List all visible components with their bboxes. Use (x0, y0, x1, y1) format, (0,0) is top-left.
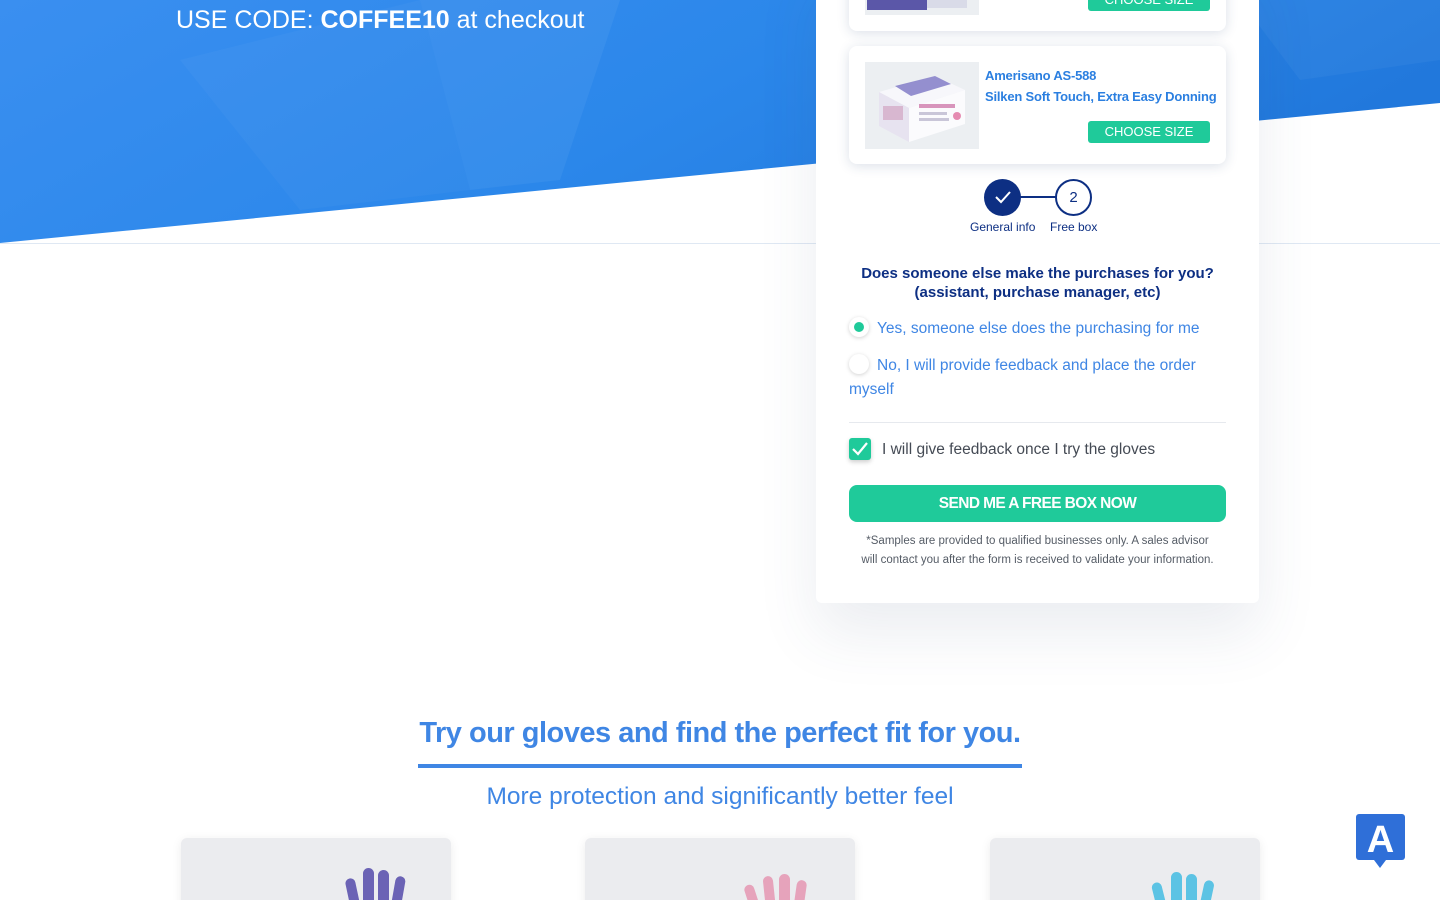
question-line-1: Does someone else make the purchases for… (861, 265, 1214, 282)
step-label-general-info: General info (970, 220, 1036, 234)
promo-suffix: at checkout (449, 6, 585, 34)
radio-button-selected[interactable] (849, 317, 869, 337)
disclaimer-line-1: *Samples are provided to qualified busin… (866, 535, 1209, 547)
feedback-checkbox-row[interactable]: I will give feedback once I try the glov… (849, 438, 1155, 462)
feedback-checkbox[interactable] (849, 438, 871, 460)
check-icon (852, 442, 868, 456)
promo-banner: USE CODE: COFFEE10 at checkout (176, 4, 585, 36)
form-divider (849, 422, 1226, 423)
step-free-box: 2 (1055, 179, 1092, 216)
headline-underline (418, 764, 1022, 768)
support-widget-letter: A (1367, 819, 1394, 861)
glove-box-image (865, 62, 979, 149)
feedback-checkbox-label: I will give feedback once I try the glov… (882, 441, 1156, 458)
blue-glove-image (1151, 872, 1214, 900)
section-headline: Try our gloves and find the perfect fit … (419, 717, 1021, 749)
question-line-2: (assistant, purchase manager, etc) (914, 284, 1161, 301)
product-model: Amerisano AS-588 (985, 68, 1097, 83)
stepper-connector (1020, 196, 1056, 198)
glove-box-image (865, 0, 979, 15)
disclaimer-text: *Samples are provided to qualified busin… (849, 532, 1226, 570)
product-card: CHOOSE SIZE (849, 0, 1226, 31)
disclaimer-line-2: will contact you after the form is recei… (861, 554, 1214, 566)
promo-code: COFFEE10 (320, 6, 450, 34)
purchaser-question: Does someone else make the purchases for… (849, 264, 1226, 302)
purple-glove-image (345, 868, 406, 900)
send-free-box-button[interactable]: SEND ME A FREE BOX NOW (849, 485, 1226, 522)
product-feature: Silken Soft Touch, Extra Easy Donning (985, 89, 1217, 104)
radio-option-yes[interactable]: Yes, someone else does the purchasing fo… (849, 317, 1226, 341)
choose-size-button[interactable]: CHOOSE SIZE (1088, 121, 1210, 143)
radio-button[interactable] (849, 354, 869, 374)
product-card: Amerisano AS-588 Silken Soft Touch, Extr… (849, 46, 1226, 164)
step-general-info (984, 179, 1021, 216)
check-icon (994, 191, 1011, 204)
radio-label-yes: Yes, someone else does the purchasing fo… (877, 320, 1200, 337)
step-label-free-box: Free box (1050, 220, 1098, 234)
glove-card-purple[interactable] (181, 838, 451, 900)
support-chat-icon[interactable]: A (1356, 814, 1405, 868)
radio-label-no: No, I will provide feedback and place th… (849, 357, 1196, 398)
glove-card-blue[interactable] (990, 838, 1260, 900)
glove-card-pink[interactable] (585, 838, 855, 900)
promo-prefix: USE CODE: (176, 6, 321, 34)
product-name: Amerisano AS-588 Silken Soft Touch, Extr… (985, 65, 1217, 107)
choose-size-button[interactable]: CHOOSE SIZE (1088, 0, 1210, 11)
pink-glove-image (744, 874, 807, 900)
radio-option-no[interactable]: No, I will provide feedback and place th… (849, 354, 1226, 402)
section-subheadline: More protection and significantly better… (486, 783, 954, 810)
